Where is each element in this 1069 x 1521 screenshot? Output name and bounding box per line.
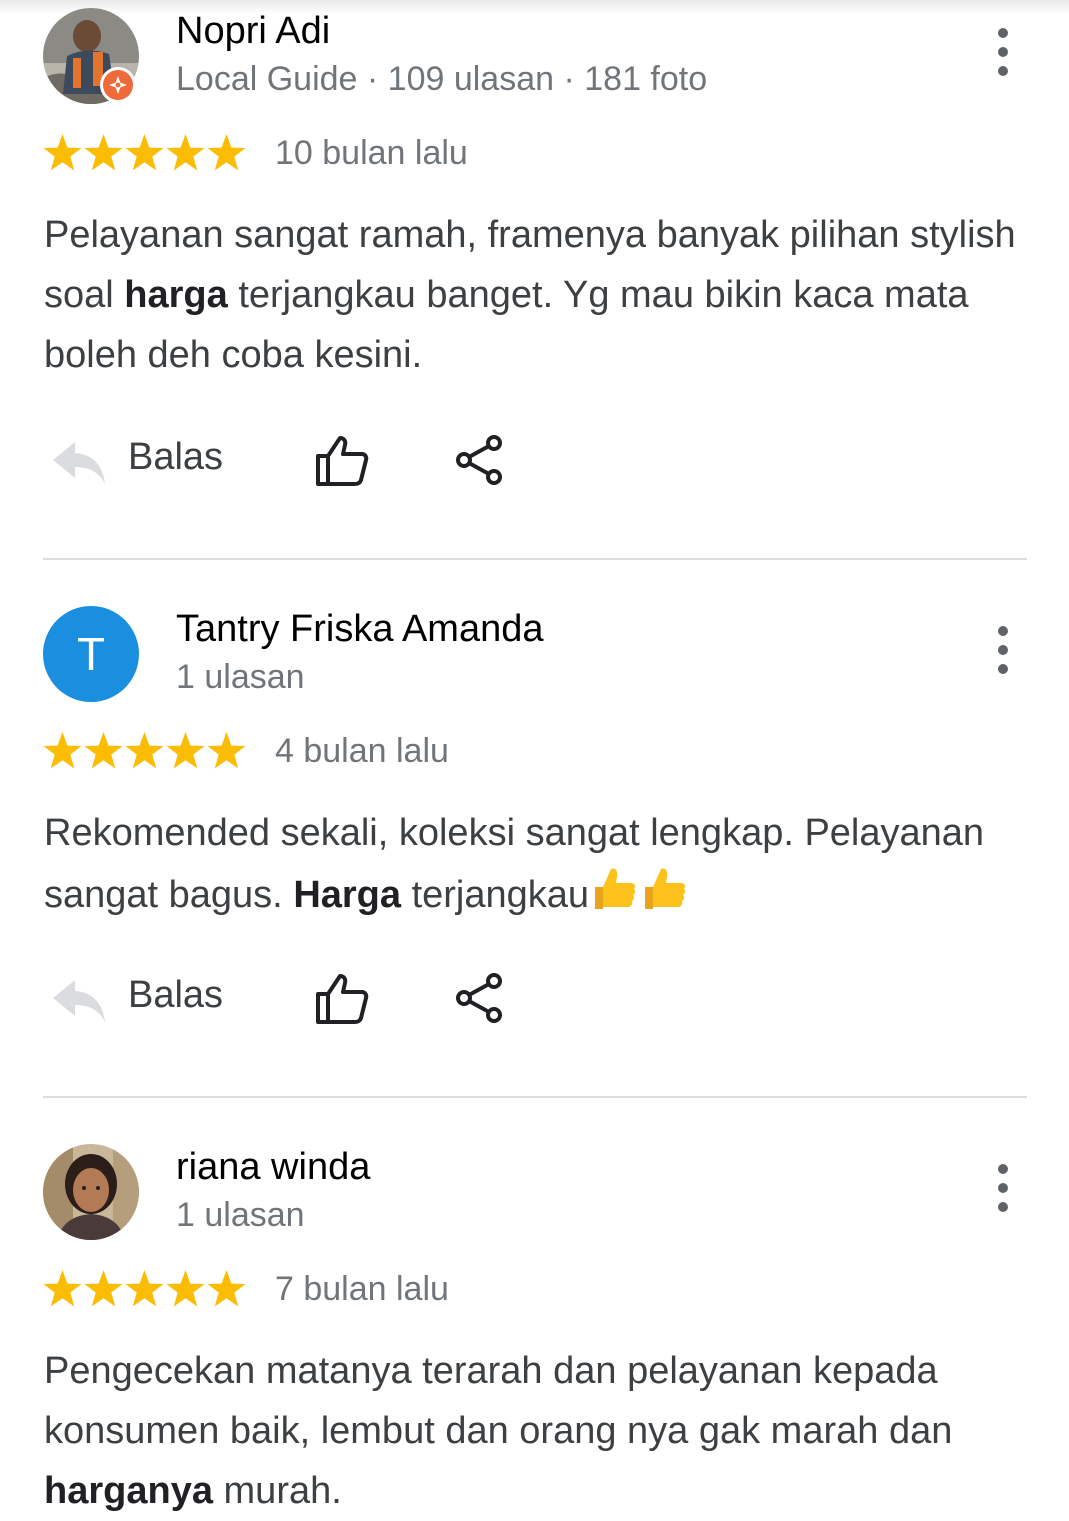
star-icon: [207, 732, 246, 769]
review-time: 7 bulan lalu: [275, 1270, 449, 1308]
reviewer-meta: 1 ulasan: [176, 1196, 305, 1234]
thumb-up-icon[interactable]: [314, 970, 370, 1026]
reviewer-name[interactable]: riana winda: [176, 1146, 370, 1189]
review-text: Pengecekan matanya terarah dan pelayanan…: [44, 1350, 953, 1512]
review-actions: Balas: [44, 962, 564, 1034]
star-icon: [125, 134, 164, 171]
review-text: Pelayanan sangat ramah, framenya banyak …: [44, 214, 1016, 376]
star-rating: [42, 130, 247, 176]
reviewer-avatar[interactable]: [43, 1144, 139, 1240]
reviewer-meta: Local Guide · 109 ulasan · 181 foto: [176, 60, 708, 98]
star-rating: [42, 728, 247, 774]
reply-icon[interactable]: [49, 972, 107, 1026]
star-icon: [166, 732, 205, 769]
star-icon: [207, 1270, 246, 1307]
star-icon: [84, 732, 123, 769]
avatar-initial: T: [76, 628, 106, 680]
star-icon: [43, 134, 82, 171]
review-card: Nopri Adi Local Guide · 109 ulasan · 181…: [0, 0, 1069, 560]
star-icon: [207, 134, 246, 171]
star-icon: [125, 1270, 164, 1307]
reviewer-avatar[interactable]: T: [43, 606, 139, 702]
share-icon[interactable]: [454, 972, 504, 1024]
review-card: riana winda 1 ulasan 7 bulan lalu Pengec…: [0, 1136, 1069, 1513]
review-text: Rekomended sekali, koleksi sangat lengka…: [44, 803, 1044, 931]
reply-button[interactable]: Balas: [128, 974, 223, 1017]
more-options-icon[interactable]: [982, 20, 1024, 84]
more-options-icon[interactable]: [982, 1156, 1024, 1220]
reviewer-meta: 1 ulasan: [176, 658, 305, 696]
star-rating: [42, 1266, 247, 1312]
reply-button[interactable]: Balas: [128, 436, 223, 479]
reviewer-name[interactable]: Nopri Adi: [176, 10, 330, 53]
star-icon: [43, 1270, 82, 1307]
review-card: T Tantry Friska Amanda 1 ulasan 4 bulan …: [0, 598, 1069, 1098]
thumb-up-icon[interactable]: [314, 432, 370, 488]
star-icon: [84, 134, 123, 171]
star-icon: [166, 1270, 205, 1307]
local-guide-badge-icon: [100, 67, 136, 103]
review-time: 4 bulan lalu: [275, 732, 449, 770]
divider: [43, 1096, 1027, 1098]
reply-icon[interactable]: [49, 434, 107, 488]
review-time: 10 bulan lalu: [275, 134, 468, 172]
thumbs-up-emoji: [589, 863, 639, 931]
star-icon: [166, 134, 205, 171]
star-icon: [125, 732, 164, 769]
more-options-icon[interactable]: [982, 618, 1024, 682]
star-icon: [43, 732, 82, 769]
divider: [43, 558, 1027, 560]
star-icon: [84, 1270, 123, 1307]
reviewer-name[interactable]: Tantry Friska Amanda: [176, 608, 543, 651]
share-icon[interactable]: [454, 434, 504, 486]
thumbs-up-emoji: [639, 863, 689, 931]
review-actions: Balas: [44, 424, 564, 496]
